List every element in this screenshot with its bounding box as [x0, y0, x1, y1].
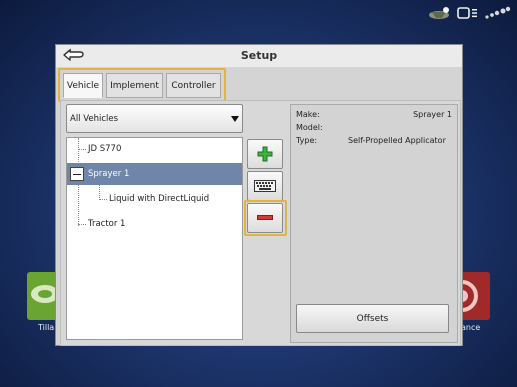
model-row: Model: — [296, 123, 452, 135]
offsets-button[interactable]: Offsets — [296, 304, 449, 333]
tab-controller[interactable]: Controller — [166, 73, 221, 98]
type-row: Type: Self-Propelled Applicator — [296, 136, 452, 148]
dialog-titlebar: Setup — [56, 45, 462, 67]
dropdown-selected-value: All Vehicles — [70, 113, 119, 124]
remove-button[interactable] — [247, 203, 283, 233]
plus-icon — [257, 146, 273, 162]
dialog-title: Setup — [240, 49, 278, 62]
make-value: Sprayer 1 — [413, 110, 452, 119]
tree-item-label: Tractor 1 — [88, 219, 126, 229]
wireless-status-icon — [485, 6, 511, 19]
vehicle-tree: JD S770 Sprayer 1 Liquid with DirectLiqu… — [66, 137, 243, 340]
keyboard-icon — [254, 180, 276, 192]
edit-button[interactable] — [247, 171, 283, 201]
tree-item-label: Sprayer 1 — [88, 169, 130, 179]
make-label: Make: — [296, 110, 320, 119]
make-row: Make: Sprayer 1 — [296, 110, 452, 122]
dropdown-arrow-icon — [231, 116, 239, 122]
setup-dialog: Setup Vehicle Implement Controller All V… — [55, 44, 463, 346]
type-value: Self-Propelled Applicator — [348, 136, 446, 145]
tree-item-jd-s770[interactable]: JD S770 — [67, 138, 242, 160]
background-app-label-right: ance — [461, 323, 481, 332]
type-label: Type: — [296, 136, 318, 145]
vehicle-filter-dropdown[interactable]: All Vehicles — [66, 104, 243, 133]
display-status-icon — [457, 7, 477, 19]
tree-item-label: JD S770 — [88, 144, 122, 154]
minus-icon — [257, 215, 273, 220]
vehicle-details-panel: Make: Sprayer 1 Model: Type: Self-Propel… — [290, 104, 458, 343]
status-icons — [425, 6, 511, 20]
tree-item-tractor-1[interactable]: Tractor 1 — [67, 213, 242, 235]
tree-item-sprayer-1[interactable]: Sprayer 1 — [67, 163, 242, 185]
tab-vehicle[interactable]: Vehicle — [63, 73, 103, 98]
tab-implement[interactable]: Implement — [106, 73, 163, 98]
background-app-label-left: Tilla — [38, 323, 55, 332]
tree-item-liquid-with-directliquid[interactable]: Liquid with DirectLiquid — [67, 188, 242, 210]
tillage-app-icon — [31, 285, 59, 303]
tab-content-panel: All Vehicles JD S770 Sprayer 1 Liquid wi… — [60, 100, 461, 346]
gps-status-icon — [429, 7, 449, 19]
collapse-toggle[interactable] — [70, 167, 84, 181]
model-label: Model: — [296, 123, 323, 132]
add-button[interactable] — [247, 139, 283, 169]
tree-item-label: Liquid with DirectLiquid — [109, 194, 210, 204]
